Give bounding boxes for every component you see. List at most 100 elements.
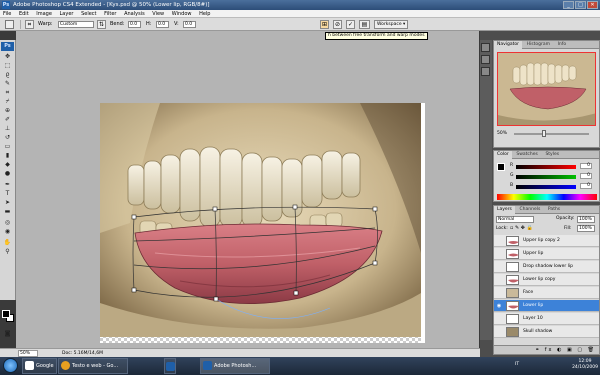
layer-row[interactable]: Skull shadow [494, 326, 599, 338]
menu-analysis[interactable]: Analysis [121, 10, 148, 18]
taskbar-item-browser[interactable]: Testo e web - Go... [58, 358, 128, 374]
h-input[interactable]: 0.0 [156, 21, 169, 28]
cancel-transform-icon[interactable]: ⊘ [333, 20, 342, 29]
commit-transform-icon[interactable]: ✓ [346, 20, 355, 29]
menu-file[interactable]: File [0, 10, 14, 18]
layer-row[interactable]: Face [494, 287, 599, 299]
layer-row[interactable]: Upper lip [494, 248, 599, 260]
menu-image[interactable]: Image [33, 10, 55, 18]
menu-view[interactable]: View [149, 10, 167, 18]
start-button[interactable] [3, 358, 18, 373]
quick-select-tool-icon[interactable]: ✎ [3, 80, 12, 88]
tab-info[interactable]: Info [555, 41, 570, 49]
tab-paths[interactable]: Paths [545, 206, 563, 214]
tab-histogram[interactable]: Histogram [524, 41, 553, 49]
layer-visibility-toggle[interactable] [496, 251, 502, 257]
red-slider[interactable] [516, 165, 576, 169]
eyedropper-tool-icon[interactable]: ⌿ [3, 98, 12, 106]
eraser-tool-icon[interactable]: ▭ [3, 143, 12, 151]
taskbar-quick-launch-ps[interactable] [164, 358, 176, 374]
zoom-level-field[interactable]: 50% [18, 350, 38, 357]
pen-tool-icon[interactable]: ✒ [3, 181, 12, 189]
layer-visibility-toggle[interactable] [496, 290, 502, 296]
3d-rotate-tool-icon[interactable]: ◎ [3, 219, 12, 227]
layer-visibility-toggle[interactable] [496, 264, 502, 270]
system-clock[interactable]: 12:09 24/10/2009 [572, 359, 598, 371]
toggle-warp-mode-icon[interactable]: ⊞ [320, 20, 329, 29]
change-orientation-icon[interactable]: ⇅ [97, 20, 106, 29]
healing-tool-icon[interactable]: ⊕ [3, 107, 12, 115]
crop-tool-icon[interactable]: ⌗ [3, 89, 12, 97]
menu-help[interactable]: Help [196, 10, 213, 18]
blue-value[interactable]: 0 [580, 183, 592, 189]
tab-swatches[interactable]: Swatches [513, 151, 541, 159]
hand-tool-icon[interactable]: ✋ [3, 239, 12, 247]
marquee-tool-icon[interactable]: ⬚ [3, 62, 12, 70]
workspace-switcher[interactable]: Workspace ▾ [374, 20, 408, 29]
layer-visibility-toggle[interactable] [496, 238, 502, 244]
maximize-button[interactable]: □ [575, 1, 586, 9]
dock-clone-source-icon[interactable] [481, 67, 490, 76]
lock-icons[interactable]: ▫ ✎ ✥ 🔒 [510, 225, 533, 231]
dock-brushes-icon[interactable] [481, 55, 490, 64]
path-selection-tool-icon[interactable]: ➤ [3, 199, 12, 207]
fill-input[interactable]: 100% [577, 225, 595, 232]
layers-footer-icons[interactable]: ⚭ fx ◐ ▣ ▢ 🗑 [494, 345, 599, 354]
red-value[interactable]: 0 [580, 163, 592, 169]
lasso-tool-icon[interactable]: ϱ [3, 71, 12, 79]
menu-window[interactable]: Window [169, 10, 195, 18]
taskbar-item-google[interactable]: Google [22, 358, 57, 374]
dock-3d-icon[interactable] [481, 43, 490, 52]
navigator-thumbnail[interactable] [497, 52, 596, 126]
warp-mode-icon[interactable]: ⌗ [25, 20, 34, 29]
layer-row[interactable]: Upper lip copy 2 [494, 235, 599, 247]
language-indicator[interactable]: IT [515, 362, 519, 367]
layer-visibility-toggle[interactable] [496, 329, 502, 335]
image-canvas[interactable] [100, 103, 421, 337]
layer-row-selected[interactable]: ◉ Lower lip [494, 300, 599, 312]
dodge-tool-icon[interactable]: ● [3, 170, 12, 178]
tab-color[interactable]: Color [494, 151, 512, 159]
layer-row[interactable]: Layer 10 [494, 313, 599, 325]
history-brush-tool-icon[interactable]: ↺ [3, 134, 12, 142]
clone-stamp-tool-icon[interactable]: ⊥ [3, 125, 12, 133]
warp-style-select[interactable]: Custom [58, 21, 94, 28]
layer-visibility-toggle[interactable] [496, 277, 502, 283]
foreground-color-swatch[interactable] [2, 310, 10, 318]
color-fg-swatch[interactable] [497, 163, 505, 171]
3d-camera-tool-icon[interactable]: ◉ [3, 228, 12, 236]
menu-edit[interactable]: Edit [16, 10, 32, 18]
blend-mode-select[interactable]: Normal [496, 216, 534, 223]
menu-layer[interactable]: Layer [57, 10, 77, 18]
tab-layers[interactable]: Layers [494, 206, 515, 214]
tab-styles[interactable]: Styles [542, 151, 562, 159]
v-input[interactable]: 0.0 [183, 21, 196, 28]
navigator-zoom-knob[interactable] [542, 130, 546, 137]
type-tool-icon[interactable]: T [3, 190, 12, 198]
shape-tool-icon[interactable]: ▬ [3, 208, 12, 216]
close-button[interactable]: ✕ [587, 1, 598, 9]
opacity-input[interactable]: 100% [577, 216, 595, 223]
taskbar-item-photoshop[interactable]: Adobe Photosh... [200, 358, 270, 374]
layer-row[interactable]: Drop shadow lower lip [494, 261, 599, 273]
zoom-tool-icon[interactable]: ⚲ [3, 248, 12, 256]
tab-channels[interactable]: Channels [517, 206, 544, 214]
bend-input[interactable]: 0.0 [128, 21, 141, 28]
tab-navigator[interactable]: Navigator [494, 41, 523, 49]
layer-row[interactable]: Lower lip copy [494, 274, 599, 286]
layer-visibility-eye-icon[interactable]: ◉ [496, 303, 502, 309]
blur-tool-icon[interactable]: ◆ [3, 161, 12, 169]
menu-filter[interactable]: Filter [101, 10, 119, 18]
minimize-button[interactable]: _ [563, 1, 574, 9]
layer-visibility-toggle[interactable] [496, 316, 502, 322]
menu-select[interactable]: Select [78, 10, 99, 18]
green-slider[interactable] [516, 175, 576, 179]
green-value[interactable]: 0 [580, 173, 592, 179]
arrange-icon[interactable]: ▤ [359, 20, 370, 29]
gradient-tool-icon[interactable]: ▮ [3, 152, 12, 160]
quick-mask-icon[interactable]: ◙ [3, 330, 12, 338]
blue-slider[interactable] [516, 185, 576, 189]
brush-tool-icon[interactable]: ✐ [3, 116, 12, 124]
move-tool-icon[interactable]: ✥ [3, 53, 12, 61]
color-spectrum-bar[interactable] [497, 194, 597, 200]
